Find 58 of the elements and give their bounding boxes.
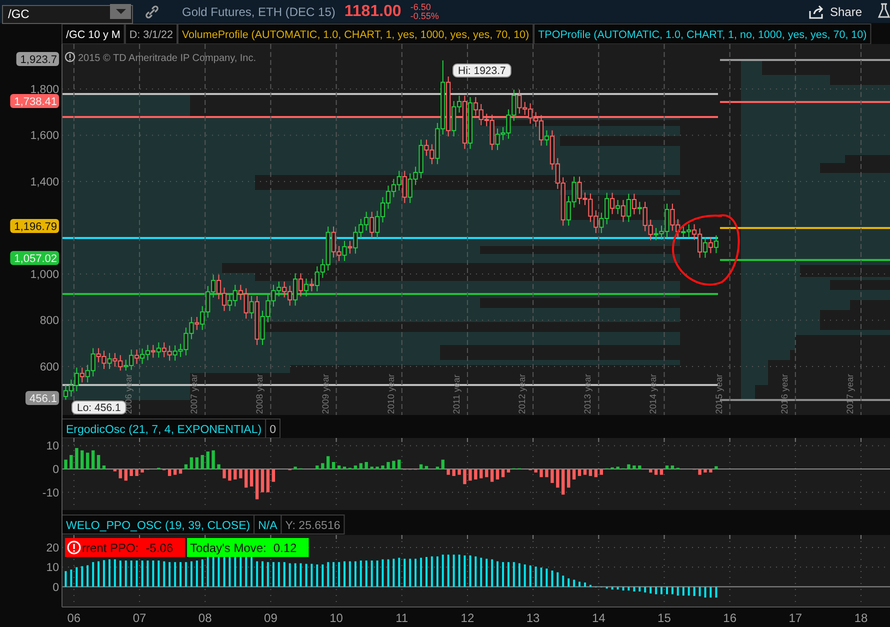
axis-tick-label: 15 <box>658 611 671 625</box>
axis-tick-label: 16 <box>723 611 736 625</box>
price-label: 1,057.02 <box>10 251 59 265</box>
year-label: 2010 year <box>386 374 396 414</box>
year-label: 2014 year <box>648 374 658 414</box>
axis-tick-label: 1,800 <box>30 84 59 96</box>
net-change: -6.50 <box>410 2 432 12</box>
year-label: 2015 year <box>714 374 724 414</box>
axis-tick-label: 11 <box>396 611 408 625</box>
price-label: 1,923.7 <box>16 52 59 66</box>
share-button[interactable]: Share <box>802 1 868 22</box>
axis-tick-label: 1,000 <box>30 268 59 281</box>
percent-change: -0.55% <box>410 12 439 20</box>
axis-tick-label: 20 <box>46 542 59 555</box>
axis-tick-label: 17 <box>788 611 802 625</box>
axis-tick-label: 10 <box>46 562 59 574</box>
symbol-label: /GC 10 y M <box>66 29 120 41</box>
study-value: N/A <box>254 514 282 534</box>
axis-tick-label: 1,400 <box>30 176 59 188</box>
indicator-value: -5.06 <box>146 541 174 555</box>
axis-tick-label: 09 <box>264 611 278 625</box>
axis-tick-label: 800 <box>40 315 59 328</box>
year-label: 2009 year <box>320 374 330 414</box>
axis-tick-label: 0 <box>52 582 59 594</box>
date-label: D: 3/1/22 <box>129 29 173 41</box>
year-label: 2012 year <box>517 374 528 414</box>
year-label: 2007 year <box>189 374 200 414</box>
year-label: 2011 year <box>451 374 462 414</box>
year-label: 2013 year <box>582 374 593 414</box>
axis-tick-label: 10 <box>330 611 343 625</box>
study-title: ErgodicOsc (21, 7, 4, EXPONENTIAL) <box>62 418 266 438</box>
price-label: 456.1 <box>25 391 59 405</box>
axis-tick-label: 600 <box>40 361 59 374</box>
indicator-name: Today's Move: <box>190 541 266 555</box>
axis-tick-label: 07 <box>132 611 146 625</box>
indicator-value: 0.12 <box>273 541 297 555</box>
study-value: 0 <box>265 418 280 438</box>
axis-tick-label: 06 <box>67 611 81 625</box>
cursor-value: Y: 25.6516 <box>280 514 345 534</box>
axis-tick-label: 18 <box>854 611 868 625</box>
axis-tick-label: 12 <box>460 611 474 625</box>
axis-tick-label: 14 <box>592 611 606 625</box>
copyright-text: 2015 © TD Ameritrade IP Company, Inc. <box>78 53 256 64</box>
study-title: WELO_PPO_OSC (19, 39, CLOSE) <box>62 514 255 534</box>
low-price-bubble: Lo: 456.1 <box>72 400 126 414</box>
high-price-bubble: Hi: 1923.7 <box>452 64 512 78</box>
instrument-description: Gold Futures, ETH (DEC 15) <box>182 4 336 20</box>
axis-tick-label: 0 <box>52 464 59 476</box>
axis-tick-label: -10 <box>42 487 59 500</box>
axis-tick-label: 1,600 <box>30 130 59 142</box>
indicator-name: rrent PPO: <box>82 541 139 555</box>
axis-tick-label: 10 <box>46 440 59 453</box>
price-label: 1,738.41 <box>10 94 59 108</box>
axis-tick-label: 08 <box>198 611 212 625</box>
last-price: 1181.00 <box>344 2 402 22</box>
price-label: 1,196.79 <box>10 219 59 233</box>
year-label: 2008 year <box>254 374 265 414</box>
axis-tick-label: 13 <box>526 611 540 625</box>
